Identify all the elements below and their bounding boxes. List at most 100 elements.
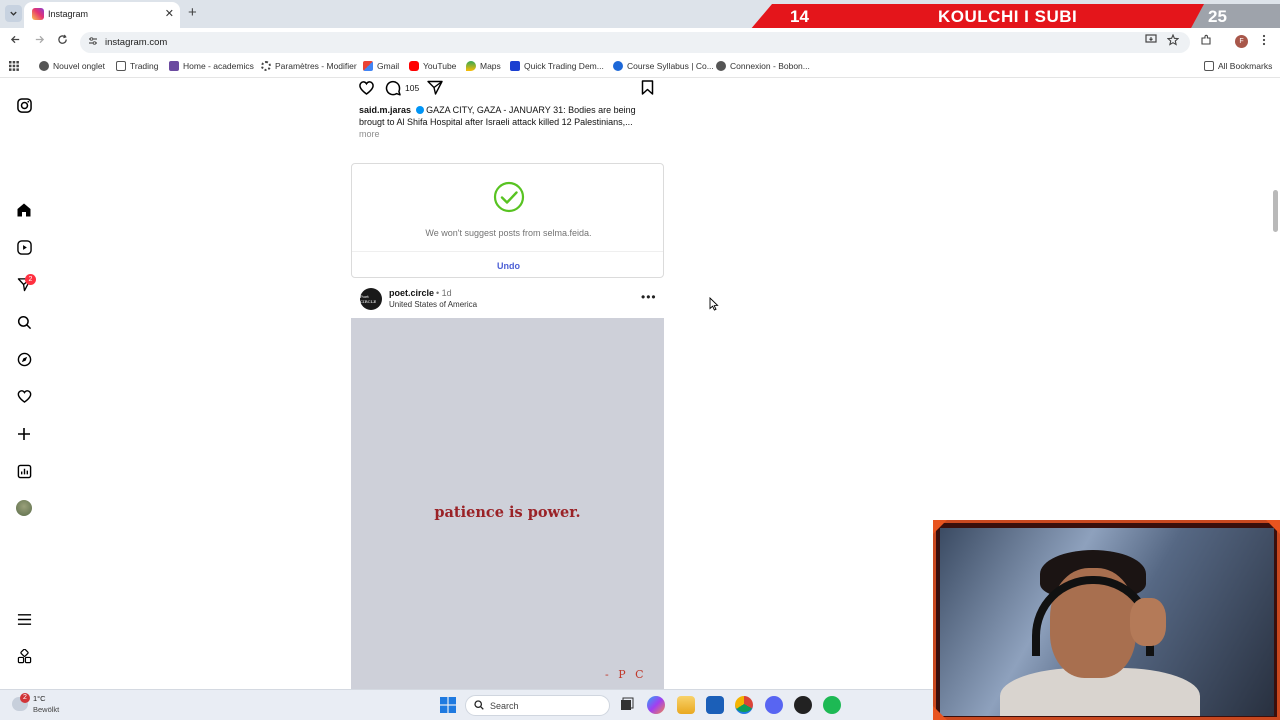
all-bookmarks-button[interactable]: All Bookmarks bbox=[1204, 61, 1272, 71]
bookmarks-bar: Nouvel onglet Trading Home - academics P… bbox=[0, 56, 1280, 78]
mouse-cursor-icon bbox=[709, 297, 719, 311]
bookmark-trading[interactable]: Trading bbox=[116, 61, 159, 71]
dashboard-icon[interactable] bbox=[16, 463, 32, 479]
back-icon[interactable] bbox=[10, 34, 21, 48]
url-text: instagram.com bbox=[105, 37, 168, 48]
caption-more-link[interactable]: more bbox=[359, 129, 380, 139]
bookmark-gmail[interactable]: Gmail bbox=[363, 61, 399, 71]
bookmark-course-syllabus[interactable]: Course Syllabus | Co... bbox=[613, 61, 714, 71]
home-icon[interactable] bbox=[16, 202, 32, 218]
profile-avatar-nav[interactable] bbox=[16, 500, 32, 516]
new-tab-button[interactable]: + bbox=[188, 4, 197, 21]
bookmark-star-icon[interactable] bbox=[1166, 33, 1180, 49]
browser-toolbar: instagram.com bbox=[0, 28, 1280, 56]
taskbar-search-label: Search bbox=[490, 701, 519, 711]
folder-icon bbox=[116, 61, 126, 71]
microsoft-store-icon[interactable] bbox=[706, 696, 724, 714]
weather-description[interactable]: Bewölkt bbox=[33, 705, 59, 714]
folder-icon bbox=[1204, 61, 1214, 71]
check-circle-icon bbox=[493, 181, 525, 213]
more-menu-icon[interactable] bbox=[16, 611, 32, 627]
globe-icon bbox=[716, 61, 726, 71]
bookmark-label: Paramètres - Modifier bbox=[275, 61, 357, 71]
messages-badge: 2 bbox=[25, 274, 36, 285]
taskbar-search-box[interactable]: Search bbox=[465, 695, 610, 716]
site-info-icon[interactable] bbox=[88, 36, 98, 49]
globe-icon bbox=[39, 61, 49, 71]
weather-badge: 2 bbox=[20, 693, 30, 703]
address-bar[interactable]: instagram.com bbox=[80, 32, 1190, 53]
youtube-icon bbox=[409, 61, 419, 71]
bookmark-parametres[interactable]: Paramètres - Modifier bbox=[261, 61, 357, 71]
reload-icon[interactable] bbox=[57, 34, 68, 48]
post-options-button[interactable]: ••• bbox=[641, 290, 657, 304]
reels-icon[interactable] bbox=[16, 239, 32, 255]
tab-title: Instagram bbox=[48, 9, 89, 19]
share-icon[interactable] bbox=[427, 80, 443, 100]
apps-grid-icon[interactable] bbox=[9, 61, 19, 73]
notifications-heart-icon[interactable] bbox=[16, 388, 32, 404]
forward-icon[interactable] bbox=[34, 34, 45, 48]
overlay-title: KOULCHI I SUBI bbox=[938, 7, 1078, 26]
copilot-icon[interactable] bbox=[647, 696, 665, 714]
hidden-suggestion-card: We won't suggest posts from selma.feida.… bbox=[351, 163, 664, 278]
bookmark-label: YouTube bbox=[423, 61, 457, 71]
search-icon[interactable] bbox=[16, 314, 32, 330]
profile-avatar[interactable]: F bbox=[1235, 35, 1248, 48]
bookmark-connexion[interactable]: Connexion - Bobon... bbox=[716, 61, 810, 71]
comment-count: 105 bbox=[405, 83, 420, 93]
tab-search-button[interactable] bbox=[5, 5, 22, 22]
extensions-icon[interactable] bbox=[1200, 34, 1212, 49]
like-heart-icon[interactable] bbox=[358, 80, 375, 100]
instagram-logo-icon[interactable] bbox=[16, 97, 32, 113]
explore-icon[interactable] bbox=[16, 351, 32, 367]
spotify-icon[interactable] bbox=[823, 696, 841, 714]
obs-icon[interactable] bbox=[794, 696, 812, 714]
close-tab-icon[interactable]: ✕ bbox=[165, 7, 174, 20]
post-username[interactable]: poet.circle bbox=[389, 288, 434, 298]
undo-button[interactable]: Undo bbox=[352, 261, 665, 271]
bookmark-label: Gmail bbox=[377, 61, 400, 71]
post-author-avatar[interactable]: Poet CIRCLE bbox=[360, 288, 382, 310]
card-divider bbox=[352, 251, 663, 252]
file-explorer-icon[interactable] bbox=[677, 696, 695, 714]
also-from-meta-icon[interactable] bbox=[16, 648, 32, 664]
bookmark-label: Maps bbox=[480, 61, 501, 71]
bookmark-label: Trading bbox=[130, 61, 159, 71]
post-timestamp: • 1d bbox=[436, 288, 452, 298]
chrome-icon[interactable] bbox=[735, 696, 753, 714]
course-icon bbox=[613, 61, 623, 71]
bookmark-nouvel-onglet[interactable]: Nouvel onglet bbox=[39, 61, 105, 71]
bookmark-label: Home - academics bbox=[183, 61, 254, 71]
save-bookmark-icon[interactable] bbox=[641, 80, 654, 100]
weather-temperature[interactable]: 1°C bbox=[33, 694, 46, 703]
scrollbar-thumb[interactable] bbox=[1273, 190, 1278, 232]
discord-icon[interactable] bbox=[765, 696, 783, 714]
create-plus-icon[interactable] bbox=[16, 426, 32, 442]
bookmark-home-academics[interactable]: Home - academics bbox=[169, 61, 254, 71]
search-icon bbox=[474, 700, 484, 713]
academics-icon bbox=[169, 61, 179, 71]
windows-start-icon[interactable] bbox=[440, 697, 456, 713]
install-app-icon[interactable] bbox=[1145, 34, 1157, 48]
comment-icon[interactable] bbox=[385, 80, 401, 101]
post-caption: said.m.jaras GAZA CITY, GAZA - JANUARY 3… bbox=[359, 104, 644, 128]
stream-overlay-banner: 14 KOULCHI I SUBI 25 bbox=[750, 4, 1280, 30]
maps-icon bbox=[466, 61, 476, 71]
bookmark-maps[interactable]: Maps bbox=[466, 61, 501, 71]
bookmark-quick-trading[interactable]: Quick Trading Dem... bbox=[510, 61, 604, 71]
bookmark-youtube[interactable]: YouTube bbox=[409, 61, 456, 71]
caption-username[interactable]: said.m.jaras bbox=[359, 105, 411, 115]
post-location[interactable]: United States of America bbox=[389, 300, 477, 309]
browser-tab-instagram[interactable]: Instagram ✕ bbox=[24, 2, 180, 28]
bookmark-label: Connexion - Bobon... bbox=[730, 61, 810, 71]
gear-icon bbox=[261, 61, 271, 71]
chevron-down-icon bbox=[10, 11, 17, 16]
suggestion-message: We won't suggest posts from selma.feida. bbox=[425, 228, 592, 238]
chrome-menu-icon[interactable] bbox=[1262, 34, 1266, 49]
task-view-icon[interactable] bbox=[617, 696, 635, 714]
instagram-favicon-icon bbox=[32, 8, 44, 20]
instagram-sidebar bbox=[0, 79, 48, 689]
overlay-score-right: 25 bbox=[1208, 7, 1227, 26]
post-image[interactable]: patience is power. - P C bbox=[351, 318, 664, 690]
